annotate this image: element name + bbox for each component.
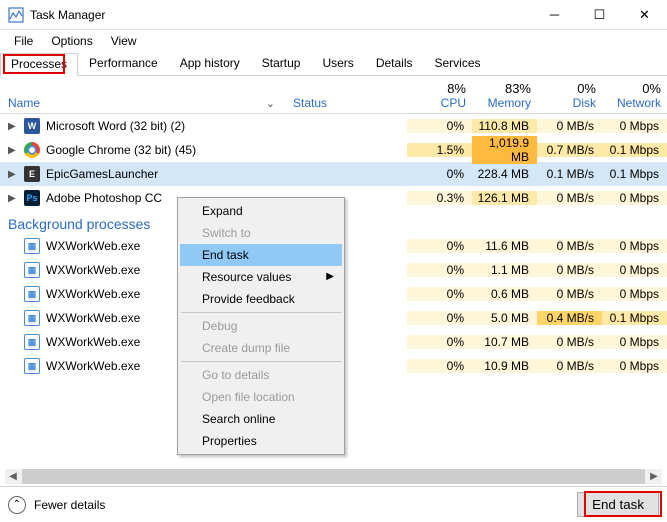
ctx-open-file-location: Open file location	[180, 386, 342, 408]
collapse-icon: ⌃	[8, 496, 26, 514]
tab-performance[interactable]: Performance	[78, 52, 169, 75]
ctx-search-online[interactable]: Search online	[180, 408, 342, 430]
sort-indicator-icon: ⌄	[266, 97, 275, 110]
end-task-button[interactable]: End task	[577, 492, 659, 517]
wx-icon: ▦	[24, 238, 40, 254]
expand-icon[interactable]: ▶	[8, 121, 18, 132]
col-status[interactable]: Status	[287, 96, 407, 110]
task-manager-icon	[8, 7, 24, 23]
context-menu: Expand Switch to End task Resource value…	[177, 197, 345, 455]
close-button[interactable]: ✕	[622, 0, 667, 29]
col-memory[interactable]: 83%Memory	[472, 81, 537, 110]
menu-view[interactable]: View	[103, 32, 145, 50]
window-title: Task Manager	[30, 8, 532, 22]
expand-icon[interactable]: ▶	[8, 169, 18, 180]
tab-users[interactable]: Users	[311, 52, 364, 75]
ctx-create-dump: Create dump file	[180, 337, 342, 359]
submenu-arrow-icon: ▶	[326, 271, 334, 282]
separator	[181, 361, 341, 362]
photoshop-icon: Ps	[24, 190, 40, 206]
wx-icon: ▦	[24, 262, 40, 278]
menu-options[interactable]: Options	[43, 32, 100, 50]
wx-icon: ▦	[24, 334, 40, 350]
expand-icon[interactable]: ▶	[8, 193, 18, 204]
ctx-end-task[interactable]: End task	[180, 244, 342, 266]
scroll-thumb[interactable]	[22, 469, 645, 484]
maximize-button[interactable]: ☐	[577, 0, 622, 29]
ctx-properties[interactable]: Properties	[180, 430, 342, 452]
process-name: WXWorkWeb.exe	[46, 359, 140, 373]
process-row[interactable]: ▶WMicrosoft Word (32 bit) (2) 0% 110.8 M…	[0, 114, 667, 138]
process-row[interactable]: ▶Google Chrome (32 bit) (45) 1.5% 1,019.…	[0, 138, 667, 162]
separator	[181, 312, 341, 313]
chrome-icon	[24, 142, 40, 158]
process-name: EpicGamesLauncher	[46, 167, 158, 181]
title-bar: Task Manager ─ ☐ ✕	[0, 0, 667, 30]
minimize-button[interactable]: ─	[532, 0, 577, 29]
window-controls: ─ ☐ ✕	[532, 0, 667, 29]
col-cpu[interactable]: 8%CPU	[407, 81, 472, 110]
process-row-selected[interactable]: ▶EEpicGamesLauncher 0% 228.4 MB 0.1 MB/s…	[0, 162, 667, 186]
process-name: WXWorkWeb.exe	[46, 239, 140, 253]
footer: ⌃ Fewer details End task	[0, 486, 667, 522]
ctx-debug: Debug	[180, 315, 342, 337]
horizontal-scrollbar[interactable]: ◀ ▶	[5, 469, 662, 484]
tab-startup[interactable]: Startup	[251, 52, 312, 75]
process-name: Adobe Photoshop CC	[46, 191, 162, 205]
tab-processes[interactable]: Processes	[0, 53, 78, 76]
col-network[interactable]: 0%Network	[602, 81, 667, 110]
epic-icon: E	[24, 166, 40, 182]
wx-icon: ▦	[24, 286, 40, 302]
scroll-left-icon[interactable]: ◀	[5, 471, 21, 482]
word-icon: W	[24, 118, 40, 134]
wx-icon: ▦	[24, 310, 40, 326]
process-name: Google Chrome (32 bit) (45)	[46, 143, 196, 157]
tab-details[interactable]: Details	[365, 52, 424, 75]
ctx-switch-to: Switch to	[180, 222, 342, 244]
process-name: WXWorkWeb.exe	[46, 287, 140, 301]
col-disk[interactable]: 0%Disk	[537, 81, 602, 110]
ctx-provide-feedback[interactable]: Provide feedback	[180, 288, 342, 310]
tab-bar: Processes Performance App history Startu…	[0, 52, 667, 76]
menu-file[interactable]: File	[6, 32, 41, 50]
process-name: WXWorkWeb.exe	[46, 311, 140, 325]
tab-services[interactable]: Services	[424, 52, 492, 75]
column-headers: Name⌄ Status 8%CPU 83%Memory 0%Disk 0%Ne…	[0, 76, 667, 114]
tab-app-history[interactable]: App history	[169, 52, 251, 75]
process-name: Microsoft Word (32 bit) (2)	[46, 119, 185, 133]
scroll-right-icon[interactable]: ▶	[646, 471, 662, 482]
col-name[interactable]: Name⌄	[0, 96, 287, 110]
menu-bar: File Options View	[0, 30, 667, 52]
ctx-resource-values[interactable]: Resource values▶	[180, 266, 342, 288]
expand-icon[interactable]: ▶	[8, 145, 18, 156]
fewer-details-button[interactable]: ⌃ Fewer details	[8, 496, 577, 514]
process-name: WXWorkWeb.exe	[46, 263, 140, 277]
wx-icon: ▦	[24, 358, 40, 374]
process-name: WXWorkWeb.exe	[46, 335, 140, 349]
ctx-expand[interactable]: Expand	[180, 200, 342, 222]
ctx-go-to-details: Go to details	[180, 364, 342, 386]
